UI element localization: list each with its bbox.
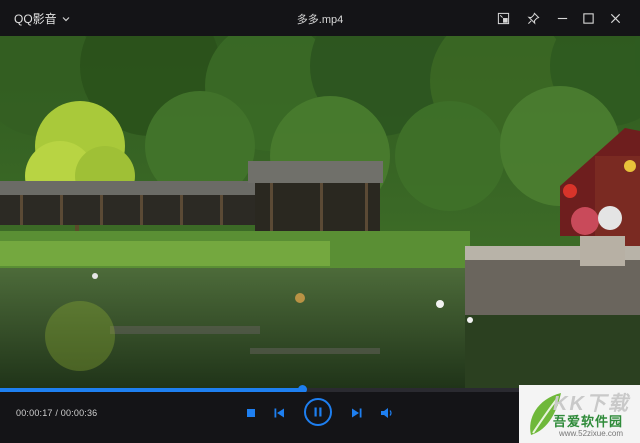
video-display[interactable] xyxy=(0,36,640,390)
pip-button[interactable] xyxy=(493,8,513,28)
pin-icon xyxy=(526,11,540,25)
close-icon xyxy=(610,13,620,23)
site-watermark: KK下载 吾爱软件园 www.52zixue.com xyxy=(519,385,640,443)
previous-icon xyxy=(274,408,284,418)
next-button[interactable] xyxy=(349,405,365,421)
pin-button[interactable] xyxy=(523,8,543,28)
maximize-icon xyxy=(582,12,594,24)
next-icon xyxy=(352,408,362,418)
watermark-site-name: 吾爱软件园 xyxy=(553,414,624,429)
video-frame xyxy=(0,36,640,390)
play-pause-button[interactable] xyxy=(304,398,332,426)
app-menu-label: QQ影音 xyxy=(14,12,57,26)
time-display: 00:00:17 / 00:00:36 xyxy=(16,408,97,418)
chevron-down-icon xyxy=(62,16,70,21)
pip-icon xyxy=(497,12,509,24)
volume-button[interactable] xyxy=(379,405,395,421)
title-bar: QQ影音 多多.mp4 xyxy=(0,0,640,36)
app-menu-button[interactable]: QQ影音 xyxy=(14,10,71,27)
previous-button[interactable] xyxy=(271,405,287,421)
time-separator: / xyxy=(52,408,61,418)
file-title: 多多.mp4 xyxy=(296,14,344,26)
maximize-button[interactable] xyxy=(578,8,598,28)
stop-icon xyxy=(247,409,255,417)
minimize-button[interactable] xyxy=(552,8,572,28)
minimize-icon xyxy=(557,17,567,19)
volume-icon xyxy=(381,408,392,418)
pause-icon xyxy=(314,407,322,417)
stop-button[interactable] xyxy=(243,405,259,421)
close-button[interactable] xyxy=(605,8,625,28)
total-duration: 00:00:36 xyxy=(60,408,98,418)
current-time: 00:00:17 xyxy=(16,408,53,418)
watermark-url: www.52zixue.com xyxy=(559,429,624,438)
